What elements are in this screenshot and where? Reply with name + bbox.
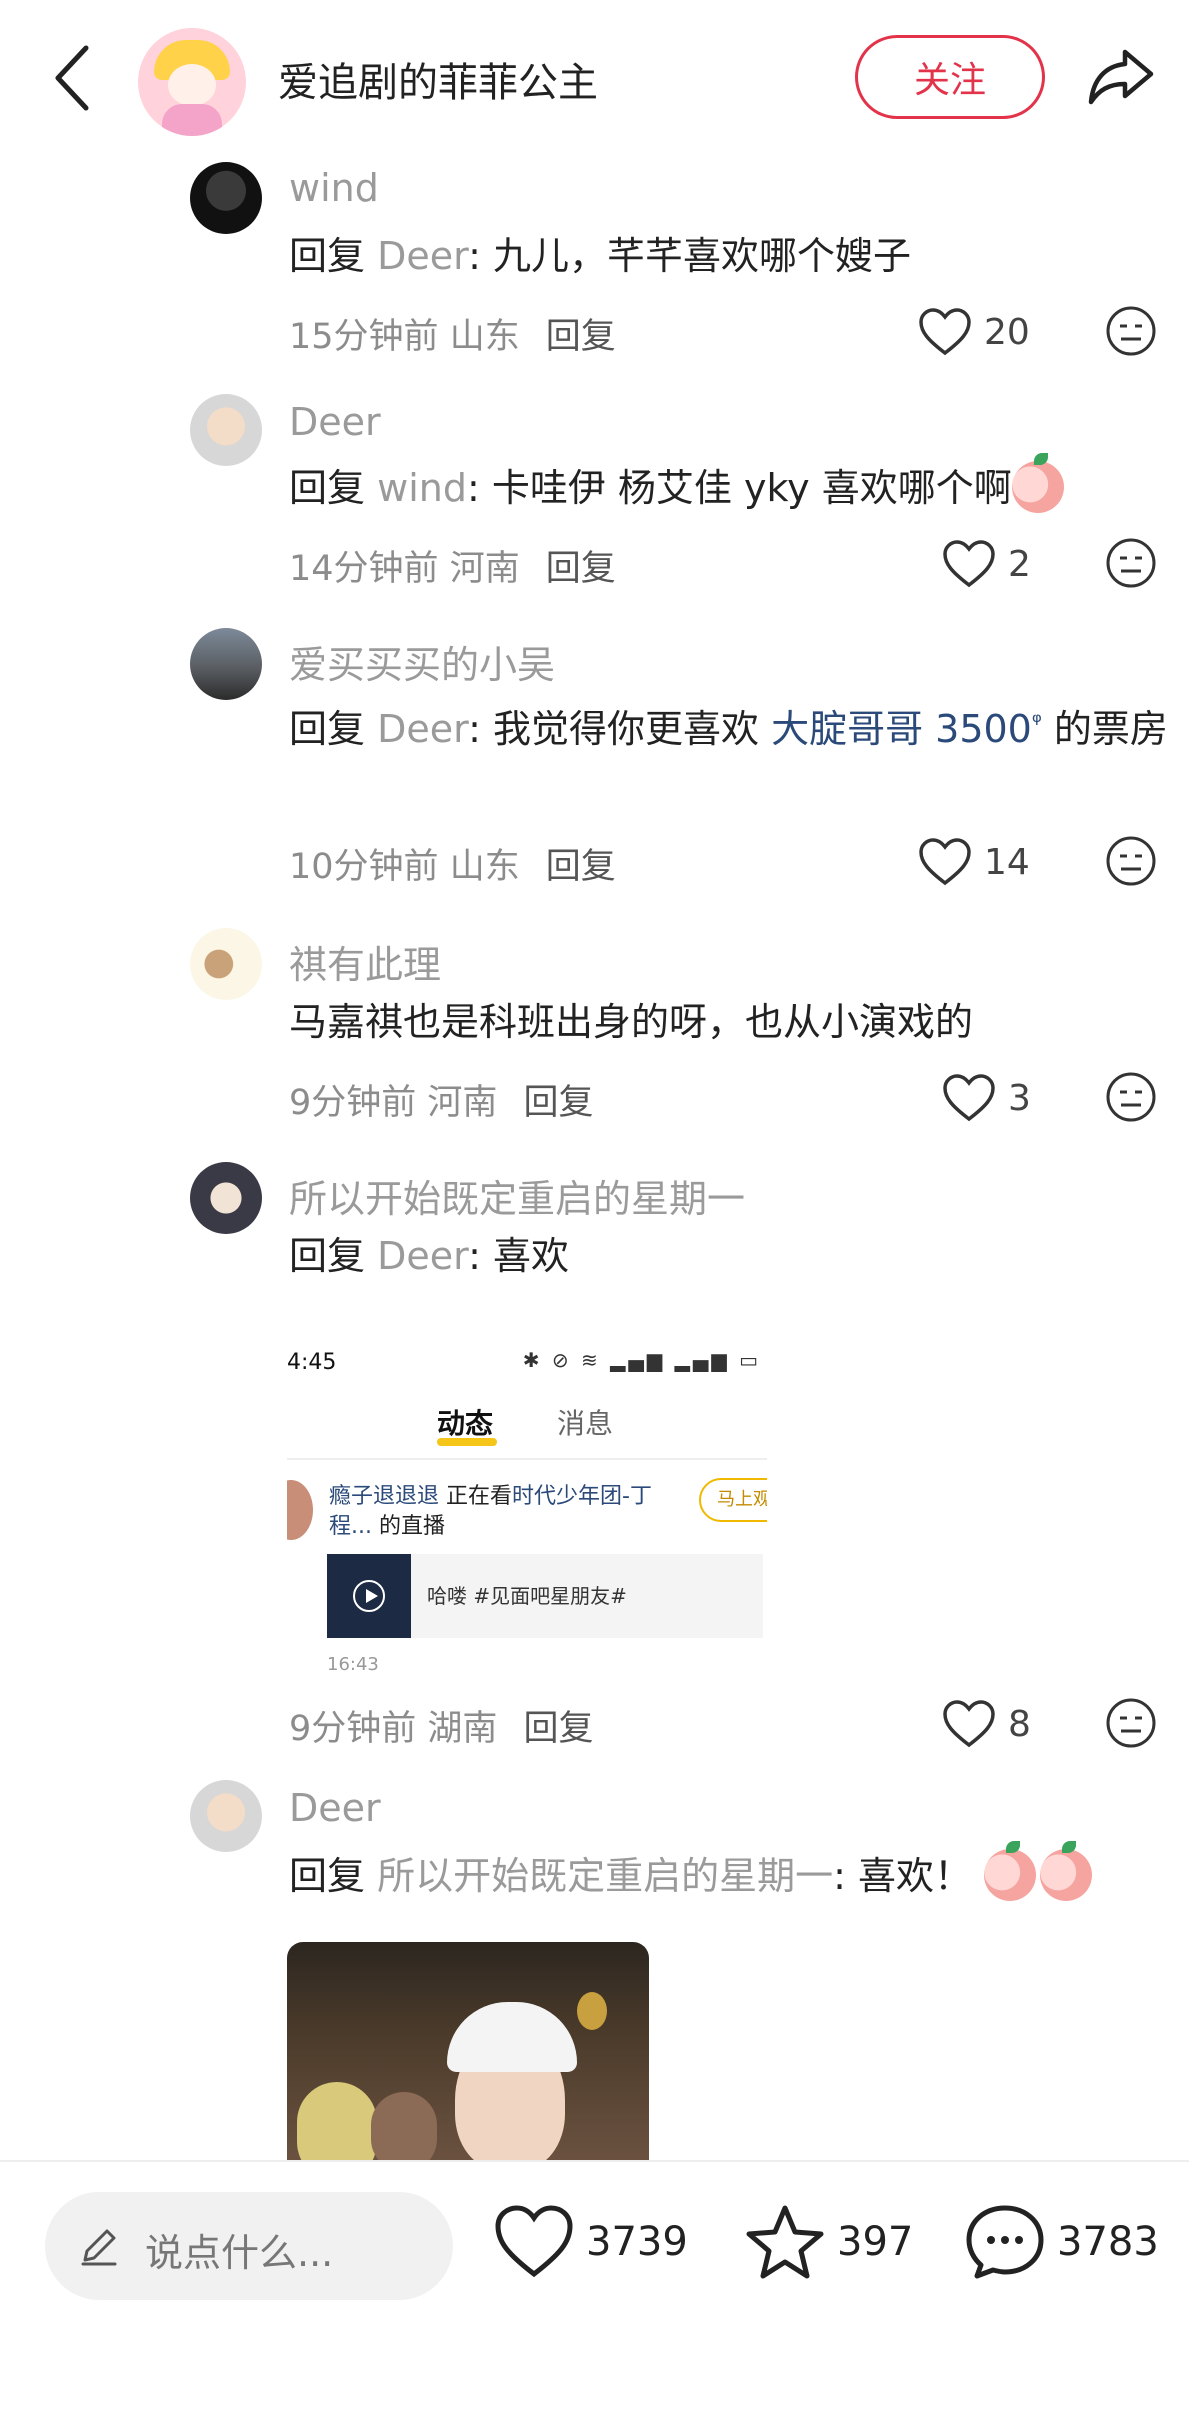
reply-target: Deer — [377, 1234, 469, 1278]
comment-photo[interactable] — [287, 1942, 649, 2162]
reply-button[interactable]: 回复 — [546, 317, 616, 357]
comment-text[interactable]: 回复 Deer: 喜欢 — [289, 1222, 1169, 1290]
reply-button[interactable]: 回复 — [523, 1709, 593, 1749]
tab-messages: 消息 — [557, 1407, 614, 1440]
photo-figure — [371, 2092, 437, 2162]
author-avatar[interactable] — [138, 28, 246, 136]
comment-like[interactable]: 2 — [942, 534, 1031, 594]
divider — [287, 1458, 767, 1460]
commenter-avatar[interactable] — [190, 1780, 262, 1852]
meh-face-icon[interactable] — [1104, 834, 1158, 888]
input-placeholder: 说点什么... — [145, 2231, 334, 2275]
heart-icon — [943, 1700, 995, 1748]
bottom-bar: 说点什么... 3739 397 3783 — [0, 2160, 1189, 2429]
tab-underline — [437, 1438, 497, 1446]
commenter-name[interactable]: Deer — [289, 400, 381, 444]
like-count: 3739 — [586, 2219, 688, 2265]
meh-face-icon[interactable] — [1104, 1696, 1158, 1750]
comment-text[interactable]: 回复 Deer: 我觉得你更喜欢 大腚哥哥 3500ᵠ 的票房 — [289, 688, 1169, 763]
reply-button[interactable]: 回复 — [523, 1083, 593, 1123]
watch-button: 马上观 — [699, 1478, 767, 1522]
comment-text[interactable]: 回复 所以开始既定重启的星期一: 喜欢！ — [289, 1841, 1169, 1910]
author-name[interactable]: 爱追剧的菲菲公主 — [278, 50, 598, 108]
meh-face-icon[interactable] — [1104, 1070, 1158, 1124]
speech-bubble-icon — [966, 2205, 1044, 2279]
comment-meta: 9分钟前 湖南 回复 — [289, 1709, 594, 1749]
comment-text[interactable]: 回复 wind: 卡哇伊 杨艾佳 yky 喜欢哪个啊 — [289, 453, 1169, 522]
reply-button[interactable]: 回复 — [546, 847, 616, 887]
meh-face-icon[interactable] — [1104, 536, 1158, 590]
reply-target: wind — [377, 466, 467, 510]
search-icon: ᵠ — [1031, 708, 1042, 736]
peach-emoji-icon — [984, 1841, 1037, 1901]
comment-like[interactable]: 20 — [918, 302, 1030, 362]
commenter-name[interactable]: 爱买买买的小吴 — [289, 634, 555, 689]
heart-icon — [943, 1074, 995, 1122]
play-icon — [353, 1580, 385, 1612]
card-text: 哈喽 #见面吧星朋友# — [427, 1584, 627, 1608]
peach-emoji-icon — [1040, 1841, 1093, 1901]
comment-count: 3783 — [1057, 2219, 1159, 2265]
reply-target: Deer — [377, 707, 469, 751]
comment-like[interactable]: 8 — [942, 1694, 1031, 1754]
comment-image[interactable]: 4:45 ✱ ⊘ ≋ ▂▄▆ ▂▄▆ ▭ 动态 消息 瘾子退退退 正在看时代少年… — [287, 1330, 767, 1680]
heart-icon — [919, 838, 971, 886]
share-icon[interactable] — [1085, 40, 1157, 112]
activity-text: 瘾子退退退 正在看时代少年团-丁程... 的直播 — [329, 1484, 652, 1539]
search-link[interactable]: 大腚哥哥 3500 — [771, 707, 1032, 751]
photo-figure — [297, 2082, 377, 2162]
commenter-avatar[interactable] — [190, 628, 262, 700]
comment-meta: 9分钟前 河南 回复 — [289, 1083, 594, 1123]
comment-text[interactable]: 回复 Deer: 九儿，芊芊喜欢哪个嫂子 — [289, 222, 1169, 290]
comment-like[interactable]: 14 — [918, 832, 1030, 892]
top-bar: 爱追剧的菲菲公主 关注 — [0, 0, 1189, 160]
reply-target: Deer — [377, 234, 469, 278]
comment-button[interactable]: 3783 — [965, 2202, 1159, 2282]
commenter-avatar[interactable] — [190, 928, 262, 1000]
back-arrow-icon[interactable] — [48, 38, 98, 118]
peach-emoji-icon — [1011, 453, 1064, 513]
photo-lamp — [577, 1992, 607, 2030]
reply-button[interactable]: 回复 — [546, 549, 616, 589]
avatar — [287, 1480, 313, 1540]
live-card: 哈喽 #见面吧星朋友# — [327, 1554, 763, 1638]
reply-target: 所以开始既定重启的星期一 — [377, 1854, 834, 1898]
video-thumbnail — [327, 1554, 411, 1638]
like-button[interactable]: 3739 — [494, 2202, 688, 2282]
comment-meta: 10分钟前 山东 回复 — [289, 847, 616, 887]
commenter-name[interactable]: 祺有此理 — [289, 934, 441, 989]
commenter-avatar[interactable] — [190, 162, 262, 234]
card-timestamp: 16:43 — [327, 1654, 379, 1675]
tab-activity: 动态 — [437, 1407, 494, 1440]
heart-icon — [943, 540, 995, 588]
favorite-button[interactable]: 397 — [745, 2202, 913, 2282]
favorite-count: 397 — [837, 2219, 914, 2265]
commenter-avatar[interactable] — [190, 394, 262, 466]
star-icon — [746, 2205, 824, 2279]
commenter-name[interactable]: wind — [289, 166, 379, 210]
commenter-name[interactable]: 所以开始既定重启的星期一 — [289, 1168, 745, 1223]
comment-meta: 15分钟前 山东 回复 — [289, 317, 616, 357]
comment-input[interactable]: 说点什么... — [45, 2192, 453, 2300]
commenter-name[interactable]: Deer — [289, 1786, 381, 1830]
meh-face-icon[interactable] — [1104, 304, 1158, 358]
pencil-icon — [81, 2229, 117, 2266]
heart-icon — [495, 2205, 573, 2278]
status-time: 4:45 — [287, 1350, 337, 1375]
photo-cap — [447, 2002, 577, 2072]
heart-icon — [919, 308, 971, 356]
comment-text[interactable]: 马嘉祺也是科班出身的呀，也从小演戏的 — [289, 988, 1169, 1056]
follow-button[interactable]: 关注 — [855, 35, 1045, 119]
commenter-avatar[interactable] — [190, 1162, 262, 1234]
comment-like[interactable]: 3 — [942, 1068, 1031, 1128]
comment-meta: 14分钟前 河南 回复 — [289, 549, 616, 589]
status-icons: ✱ ⊘ ≋ ▂▄▆ ▂▄▆ ▭ — [522, 1348, 761, 1372]
